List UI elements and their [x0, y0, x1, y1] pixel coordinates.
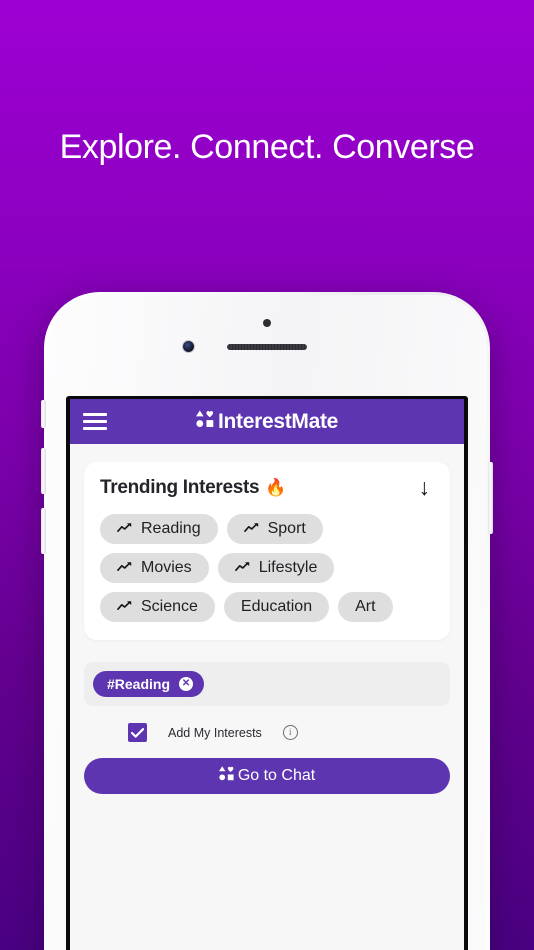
selected-interest-label: #Reading — [107, 676, 171, 692]
add-my-interests-label: Add My Interests — [168, 725, 262, 740]
interest-chip-label: Education — [240, 598, 313, 615]
interest-chip-list: Reading Sport Movies Lifestyle Science Educat… — [98, 514, 436, 622]
add-my-interests-row: Add My Interests i — [70, 723, 464, 742]
hamburger-menu-icon[interactable] — [80, 409, 110, 435]
interest-chip-label: Science — [141, 598, 198, 615]
interest-chip[interactable]: Reading — [100, 514, 218, 544]
interest-chip[interactable]: Lifestyle — [217, 553, 335, 583]
app-title: InterestMate — [217, 409, 339, 433]
earpiece-speaker — [227, 344, 307, 350]
promo-background: Explore. Connect. Converse InterestMate … — [0, 0, 534, 950]
proximity-sensor-dot — [263, 319, 271, 327]
close-circle-icon[interactable]: ✕ — [179, 677, 194, 691]
interest-chip[interactable]: Science — [100, 592, 215, 622]
arrow-down-icon[interactable]: ↓ — [419, 476, 435, 499]
selected-interests-input[interactable]: #Reading ✕ — [84, 662, 450, 706]
volume-down-button[interactable] — [41, 508, 46, 554]
promo-tagline: Explore. Connect. Converse — [59, 128, 475, 166]
interest-chip-label: Lifestyle — [258, 559, 318, 576]
app-bar: InterestMate — [70, 399, 464, 444]
selected-interest-tag[interactable]: #Reading ✕ — [93, 671, 205, 697]
interest-chip-label: Sport — [267, 520, 306, 537]
card-title-group: Trending Interests 🔥 — [100, 477, 286, 499]
interest-chip[interactable]: Sport — [226, 514, 323, 544]
interest-chip[interactable]: Education — [223, 592, 330, 622]
go-to-chat-button[interactable]: Go to Chat — [84, 758, 450, 794]
interest-chip[interactable]: Art — [338, 592, 393, 622]
silent-switch-button[interactable] — [41, 400, 46, 428]
trending-up-icon — [117, 560, 132, 576]
volume-up-button[interactable] — [41, 448, 46, 494]
power-button[interactable] — [488, 462, 493, 534]
card-header: Trending Interests 🔥 ↓ — [98, 476, 436, 499]
interest-chip[interactable]: Movies — [100, 553, 209, 583]
hamburger-bar — [83, 427, 107, 430]
interest-chip-label: Movies — [141, 559, 192, 576]
hamburger-bar — [83, 413, 107, 416]
card-title: Trending Interests — [100, 476, 260, 498]
front-camera-lens — [183, 341, 194, 352]
interest-chip-label: Art — [355, 598, 376, 615]
shapes-icon — [218, 766, 235, 786]
add-my-interests-checkbox[interactable] — [128, 723, 147, 742]
trending-up-icon — [243, 521, 259, 537]
shapes-icon — [195, 409, 215, 434]
checkmark-icon — [131, 727, 144, 738]
hamburger-bar — [83, 420, 107, 423]
interest-chip-label: Reading — [141, 520, 201, 537]
trending-up-icon — [234, 560, 250, 576]
fire-emoji-icon: 🔥 — [265, 477, 287, 497]
info-icon[interactable]: i — [282, 725, 298, 740]
app-brand: InterestMate — [70, 410, 464, 434]
trending-up-icon — [117, 599, 132, 615]
go-to-chat-label: Go to Chat — [237, 767, 316, 784]
app-screen: InterestMate Trending Interests 🔥 ↓ Read… — [70, 399, 464, 950]
trending-interests-card: Trending Interests 🔥 ↓ Reading Sport Movie… — [84, 462, 450, 640]
trending-up-icon — [117, 521, 132, 537]
